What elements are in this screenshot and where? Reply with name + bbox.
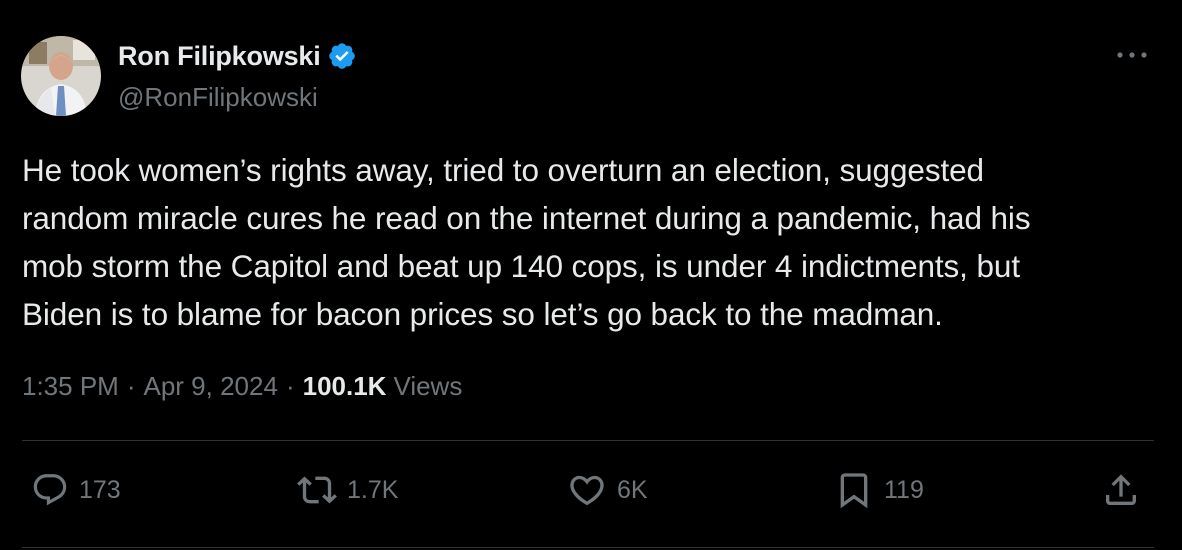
meta-separator: · bbox=[285, 371, 295, 401]
tweet-date[interactable]: Apr 9, 2024 bbox=[144, 371, 278, 402]
avatar[interactable] bbox=[21, 36, 101, 116]
handle[interactable]: @RonFilipkowski bbox=[118, 82, 357, 113]
like-button[interactable]: 6K bbox=[567, 468, 648, 512]
views-count[interactable]: 100.1K bbox=[303, 371, 387, 402]
share-icon bbox=[1106, 474, 1136, 505]
heart-icon bbox=[570, 475, 604, 506]
reply-count: 173 bbox=[79, 475, 121, 504]
like-count: 6K bbox=[617, 475, 648, 504]
repost-icon bbox=[297, 476, 337, 504]
tweet-meta: 1:35 PM · Apr 9, 2024 · 100.1K Views bbox=[22, 371, 462, 402]
verified-badge-icon[interactable] bbox=[327, 41, 357, 71]
divider bbox=[22, 440, 1154, 441]
reply-button[interactable]: 173 bbox=[31, 468, 121, 512]
tweet-card: Ron Filipkowski @RonFilipkowski He took … bbox=[0, 0, 1182, 550]
avatar-image bbox=[21, 36, 101, 116]
reply-icon bbox=[33, 474, 67, 506]
views-label: Views bbox=[393, 371, 463, 401]
tweet-text: He took women’s rights away, tried to ov… bbox=[22, 152, 1031, 332]
bookmark-icon bbox=[840, 473, 868, 509]
share-button[interactable] bbox=[1101, 468, 1141, 512]
repost-button[interactable]: 1.7K bbox=[297, 468, 398, 512]
display-name[interactable]: Ron Filipkowski bbox=[118, 41, 321, 72]
meta-separator: · bbox=[126, 371, 136, 401]
author-block: Ron Filipkowski @RonFilipkowski bbox=[118, 40, 357, 113]
repost-count: 1.7K bbox=[347, 475, 399, 504]
name-row: Ron Filipkowski bbox=[118, 40, 357, 72]
bookmark-button[interactable]: 119 bbox=[834, 468, 924, 512]
more-horizontal-icon bbox=[1117, 52, 1147, 58]
action-bar: 173 1.7K 6K 119 bbox=[0, 468, 1182, 512]
bookmark-count: 119 bbox=[884, 475, 924, 504]
tweet-time[interactable]: 1:35 PM bbox=[22, 371, 119, 402]
divider bbox=[22, 547, 1154, 548]
more-options-button[interactable] bbox=[1112, 40, 1152, 70]
